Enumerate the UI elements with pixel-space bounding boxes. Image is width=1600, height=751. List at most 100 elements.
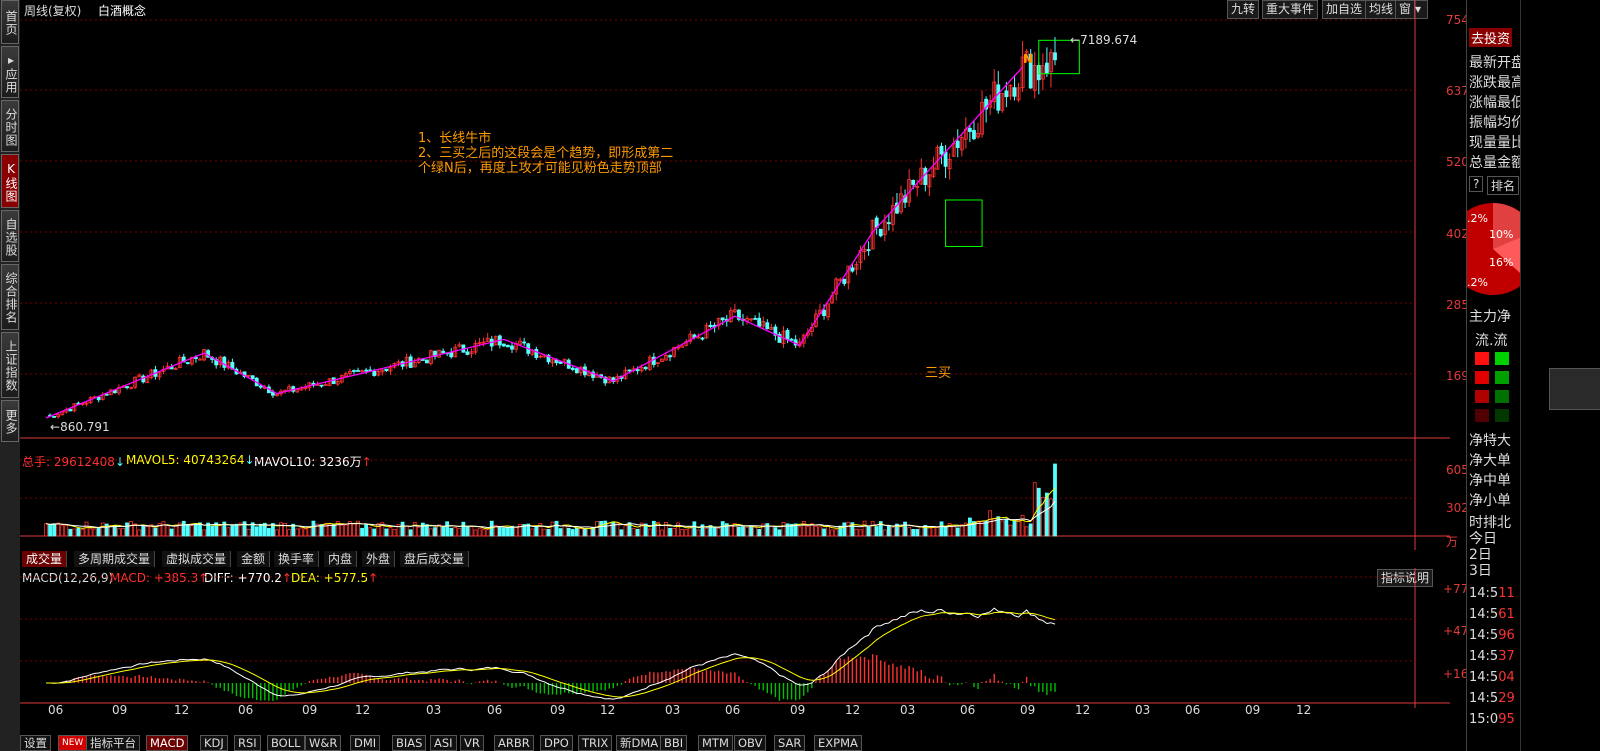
x-axis-tick: 03	[426, 703, 442, 717]
indicator-tab-19[interactable]: SAR	[774, 735, 806, 751]
volume-bar	[773, 527, 778, 537]
tick-value: 11	[1498, 586, 1515, 601]
volume-bar	[635, 528, 640, 537]
volume-bar	[1024, 526, 1029, 537]
indicator-tab-6[interactable]: BOLL	[267, 735, 305, 751]
volume-bar	[153, 527, 158, 537]
indicator-tab-7[interactable]: W&R	[305, 735, 342, 751]
indicator-tab-15[interactable]: 新DMA	[616, 735, 663, 751]
volume-bar	[716, 527, 721, 537]
volume-bar	[595, 521, 600, 537]
indicator-tab-18[interactable]: OBV	[734, 735, 767, 751]
volume-bar	[416, 526, 421, 537]
kline-chart[interactable]	[20, 0, 1450, 451]
net-row: 净大单	[1469, 453, 1511, 469]
volume-bar	[546, 529, 551, 537]
tab-after-hours-volume[interactable]: 盘后成交量	[400, 551, 470, 567]
tab-outer[interactable]: 外盘	[362, 551, 396, 567]
candle-body	[627, 369, 632, 372]
side-strip	[1520, 0, 1600, 751]
indicator-tab-20[interactable]: EXPMA	[814, 735, 862, 751]
x-axis-tick: 12	[1296, 703, 1312, 717]
annotation-line: 个绿N后，再度上攻才可能见粉色走势顶部	[418, 161, 662, 176]
tab-turnover[interactable]: 换手率	[274, 551, 320, 567]
candle-body	[574, 368, 579, 374]
tab-volume[interactable]: 成交量	[22, 551, 68, 567]
x-axis-tick: 09	[790, 703, 806, 717]
candle-body	[104, 393, 109, 396]
volume-bar	[72, 528, 77, 537]
volume-bar	[254, 526, 259, 537]
tab-amount[interactable]: 金额	[237, 551, 271, 567]
nav-kline[interactable]: K线图	[1, 154, 19, 208]
indicator-tab-1[interactable]: NEW	[58, 735, 88, 751]
quote-row: 振幅均价	[1469, 115, 1520, 131]
tick-time: 14:5	[1469, 691, 1499, 706]
candle-body	[1053, 52, 1057, 61]
candle-body	[372, 371, 377, 376]
indicator-tab-0[interactable]: 设置	[20, 735, 51, 751]
volume-bar	[258, 523, 263, 537]
volume-bar	[826, 525, 830, 537]
volume-bar	[781, 522, 786, 537]
x-axis-tick: 06	[487, 703, 503, 717]
indicator-tab-5[interactable]: RSI	[234, 735, 261, 751]
volume-bar	[441, 526, 446, 537]
volume-bar	[935, 527, 940, 537]
candle-body	[700, 337, 705, 340]
volume-bar	[141, 525, 146, 537]
indicator-tab-17[interactable]: MTM	[698, 735, 733, 751]
main-flow-label: 主力净	[1469, 309, 1511, 325]
nav-apps[interactable]: ▸应用	[1, 46, 19, 98]
nav-intraday[interactable]: 分时图	[1, 100, 19, 152]
tab-inner[interactable]: 内盘	[324, 551, 358, 567]
nav-watchlist[interactable]: 自选股	[1, 210, 19, 262]
rank-tab[interactable]: 排名	[1487, 176, 1520, 195]
volume-bar	[818, 526, 822, 537]
invest-button[interactable]: 去投资	[1469, 28, 1513, 47]
help-tab[interactable]: ?	[1469, 176, 1484, 192]
indicator-tab-4[interactable]: KDJ	[200, 735, 228, 751]
nav-shanghai-index[interactable]: 上证指数	[1, 332, 19, 398]
volume-bar	[234, 523, 239, 537]
candle-body	[720, 317, 725, 321]
volume-bar	[757, 529, 762, 537]
tick-time: 14:5	[1469, 649, 1499, 664]
volume-bar	[194, 523, 198, 537]
tick-time: 14:5	[1469, 586, 1499, 601]
indicator-tab-12[interactable]: ARBR	[494, 735, 534, 751]
indicator-tab-10[interactable]: ASI	[430, 735, 457, 751]
indicator-tab-11[interactable]: VR	[460, 735, 484, 751]
candle-body	[250, 375, 255, 380]
volume-bar	[429, 528, 433, 537]
indicator-tab-14[interactable]: TRIX	[578, 735, 613, 751]
indicator-tab-2[interactable]: 指标平台	[86, 735, 140, 751]
volume-bar	[408, 529, 413, 537]
tab-virtual-volume[interactable]: 虚拟成交量	[162, 551, 232, 567]
volume-chart[interactable]	[20, 450, 1450, 550]
volume-bar	[1004, 518, 1009, 537]
volume-bar	[542, 528, 547, 537]
indicator-tab-3[interactable]: MACD	[146, 735, 189, 751]
nav-ranking[interactable]: 综合排名	[1, 264, 19, 330]
x-axis-tick: 12	[355, 703, 371, 717]
tab-multi-period-volume[interactable]: 多周期成交量	[74, 551, 156, 567]
tick-row: 14:561	[1469, 607, 1515, 622]
volume-unit: 万	[1446, 535, 1459, 549]
macd-chart[interactable]	[20, 568, 1450, 708]
volume-bar	[323, 522, 328, 537]
nav-more[interactable]: 更多	[1, 400, 19, 442]
indicator-tab-9[interactable]: BIAS	[392, 735, 427, 751]
indicator-tab-13[interactable]: DPO	[540, 735, 573, 751]
candle-body	[534, 348, 539, 358]
volume-bar	[611, 521, 616, 537]
x-axis-tick: 06	[1185, 703, 1201, 717]
indicator-tab-8[interactable]: DMI	[350, 735, 381, 751]
candle-body	[635, 369, 640, 372]
volume-bar	[1028, 523, 1033, 537]
pie-label: .2%	[1467, 212, 1488, 225]
volume-bar	[339, 524, 344, 537]
side-scroll-handle[interactable]	[1549, 368, 1600, 410]
indicator-tab-16[interactable]: BBI	[660, 735, 688, 751]
nav-home[interactable]: 首页	[1, 0, 19, 44]
